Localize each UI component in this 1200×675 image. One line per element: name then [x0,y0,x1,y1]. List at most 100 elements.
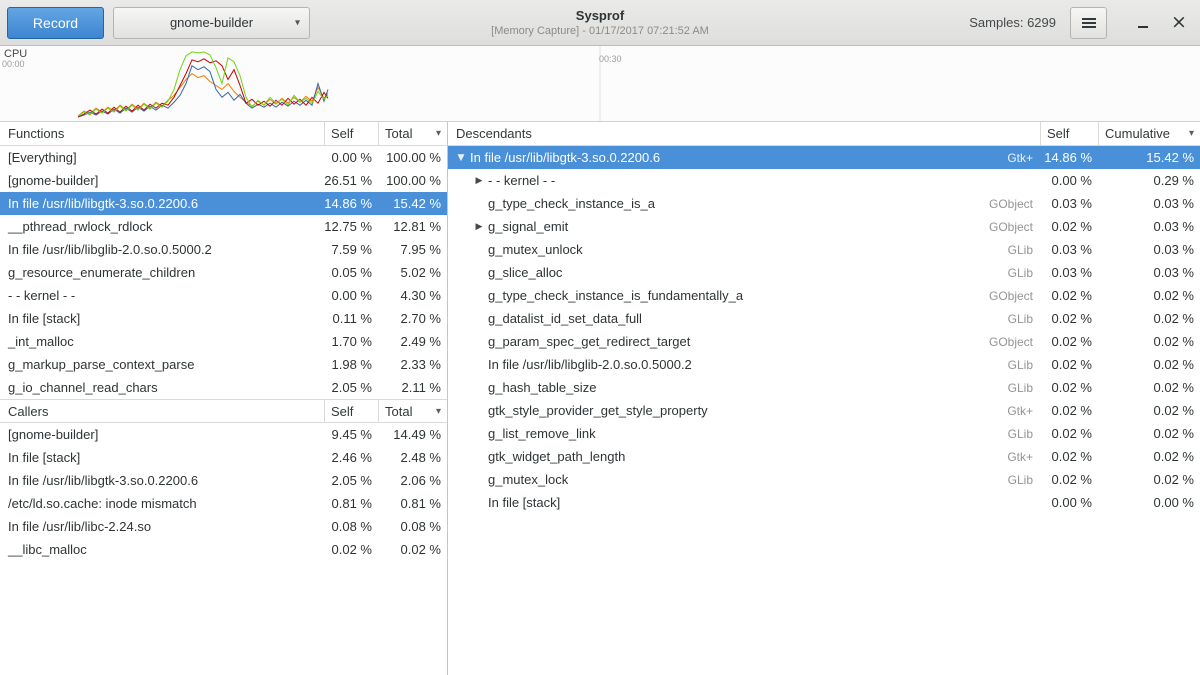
descendants-row[interactable]: ▼In file /usr/lib/libgtk-3.so.0.2200.6 Gt… [448,146,1200,169]
callers-row[interactable]: In file /usr/lib/libgtk-3.so.0.2200.62.0… [0,469,447,492]
self-percent: 0.03 % [1040,265,1098,280]
callers-row[interactable]: In file /usr/lib/libc-2.24.so0.08 %0.08 … [0,515,447,538]
descendants-row[interactable]: ▶g_signal_emitGObject0.02 %0.03 % [448,215,1200,238]
functions-row[interactable]: - - kernel - -0.00 %4.30 % [0,284,447,307]
descendants-self-column-header[interactable]: Self [1040,122,1098,145]
descendants-row[interactable]: g_datalist_id_set_data_fullGLib0.02 %0.0… [448,307,1200,330]
functions-row[interactable]: g_resource_enumerate_children0.05 %5.02 … [0,261,447,284]
descendants-column-header[interactable]: Descendants [448,122,1040,145]
cumulative-percent: 0.02 % [1098,426,1200,441]
descendants-row[interactable]: In file /usr/lib/libglib-2.0.so.0.5000.2… [448,353,1200,376]
self-percent: 1.98 % [324,357,378,372]
cpu-graph[interactable]: CPU 00:00 00:30 [0,46,1200,122]
callers-column-header[interactable]: Callers [0,400,324,422]
category-label: Gtk+ [1007,151,1040,165]
close-button[interactable]: × [1165,9,1193,37]
callers-total-column-header[interactable]: Total ▾ [378,400,447,422]
descendants-row[interactable]: ▶- - kernel - -0.00 %0.29 % [448,169,1200,192]
descendants-row[interactable]: g_mutex_lockGLib0.02 %0.02 % [448,468,1200,491]
callers-row[interactable]: In file [stack]2.46 %2.48 % [0,446,447,469]
descendants-row[interactable]: g_hash_table_sizeGLib0.02 %0.02 % [448,376,1200,399]
self-percent: 0.02 % [1040,219,1098,234]
expander-collapsed-icon[interactable]: ▶ [470,176,488,186]
descendants-row[interactable]: g_param_spec_get_redirect_targetGObject0… [448,330,1200,353]
callers-self-column-header[interactable]: Self [324,400,378,422]
descendant-name-cell: g_type_check_instance_is_fundamentally_a… [448,288,1040,303]
descendants-row[interactable]: g_type_check_instance_is_aGObject0.03 %0… [448,192,1200,215]
self-percent: 0.03 % [1040,196,1098,211]
expander-collapsed-icon[interactable]: ▶ [470,222,488,232]
symbol-name: In file /usr/lib/libglib-2.0.so.0.5000.2 [488,357,692,372]
functions-table-header: Functions Self Total ▾ [0,122,447,146]
descendants-row[interactable]: gtk_widget_path_lengthGtk+0.02 %0.02 % [448,445,1200,468]
functions-row[interactable]: [Everything]0.00 %100.00 % [0,146,447,169]
descendants-cumulative-column-header[interactable]: Cumulative ▾ [1098,122,1200,145]
callers-row[interactable]: /etc/ld.so.cache: inode mismatch0.81 %0.… [0,492,447,515]
symbol-name: g_hash_table_size [488,380,596,395]
cumulative-percent: 0.02 % [1098,449,1200,464]
category-label: GLib [1008,427,1040,441]
total-percent: 2.48 % [378,450,447,465]
symbol-name: [Everything] [0,150,324,165]
functions-row[interactable]: [gnome-builder]26.51 %100.00 % [0,169,447,192]
descendants-row[interactable]: g_mutex_unlockGLib0.03 %0.03 % [448,238,1200,261]
symbol-name: g_param_spec_get_redirect_target [488,334,690,349]
functions-row[interactable]: g_io_channel_read_chars2.05 %2.11 % [0,376,447,399]
process-selector[interactable]: gnome-builder ▾ [113,7,310,39]
category-label: Gtk+ [1007,404,1040,418]
category-label: GObject [989,197,1040,211]
self-percent: 0.02 % [1040,357,1098,372]
descendants-row[interactable]: g_slice_allocGLib0.03 %0.03 % [448,261,1200,284]
functions-row[interactable]: In file /usr/lib/libgtk-3.so.0.2200.614.… [0,192,447,215]
descendants-row[interactable]: gtk_style_provider_get_style_propertyGtk… [448,399,1200,422]
symbol-name: [gnome-builder] [0,427,324,442]
total-percent: 2.49 % [378,334,447,349]
symbol-name: In file [stack] [0,450,324,465]
self-percent: 0.05 % [324,265,378,280]
functions-row[interactable]: In file /usr/lib/libglib-2.0.so.0.5000.2… [0,238,447,261]
functions-row[interactable]: g_markup_parse_context_parse1.98 %2.33 % [0,353,447,376]
functions-total-column-label: Total [385,126,412,141]
self-percent: 0.02 % [324,542,378,557]
category-label: GObject [989,335,1040,349]
record-button[interactable]: Record [7,7,104,39]
symbol-name: g_io_channel_read_chars [0,380,324,395]
symbol-name: In file /usr/lib/libgtk-3.so.0.2200.6 [0,196,324,211]
callers-row[interactable]: [gnome-builder]9.45 %14.49 % [0,423,447,446]
symbol-name: g_slice_alloc [488,265,562,280]
functions-table-body: [Everything]0.00 %100.00 %[gnome-builder… [0,146,447,399]
sort-arrow-icon: ▾ [432,128,441,139]
window-title: Sysprof [576,8,624,23]
headerbar-right-cluster: Samples: 6299 × [969,7,1193,39]
self-percent: 2.05 % [324,473,378,488]
self-percent: 0.00 % [324,288,378,303]
minimize-button[interactable] [1129,9,1157,37]
callers-row[interactable]: __libc_malloc0.02 %0.02 % [0,538,447,561]
functions-row[interactable]: _int_malloc1.70 %2.49 % [0,330,447,353]
functions-total-column-header[interactable]: Total ▾ [378,122,447,145]
expander-expanded-icon[interactable]: ▼ [452,153,470,163]
functions-column-header[interactable]: Functions [0,122,324,145]
menu-button[interactable] [1070,7,1107,39]
symbol-name: gtk_widget_path_length [488,449,625,464]
main-panels: Functions Self Total ▾ [Everything]0.00 … [0,122,1200,675]
descendants-row[interactable]: In file [stack]0.00 %0.00 % [448,491,1200,514]
functions-row[interactable]: __pthread_rwlock_rdlock12.75 %12.81 % [0,215,447,238]
cumulative-percent: 0.03 % [1098,265,1200,280]
cumulative-percent: 0.02 % [1098,380,1200,395]
symbol-name: In file /usr/lib/libgtk-3.so.0.2200.6 [470,150,660,165]
descendants-row[interactable]: g_type_check_instance_is_fundamentally_a… [448,284,1200,307]
self-percent: 12.75 % [324,219,378,234]
category-label: GLib [1008,473,1040,487]
symbol-name: __pthread_rwlock_rdlock [0,219,324,234]
symbol-name: g_type_check_instance_is_a [488,196,655,211]
window-subtitle: [Memory Capture] - 01/17/2017 07:21:52 A… [491,25,709,37]
cumulative-percent: 0.03 % [1098,219,1200,234]
symbol-name: g_signal_emit [488,219,568,234]
functions-self-column-header[interactable]: Self [324,122,378,145]
descendants-row[interactable]: g_list_remove_linkGLib0.02 %0.02 % [448,422,1200,445]
callers-total-column-label: Total [385,404,412,419]
cumulative-percent: 0.02 % [1098,357,1200,372]
category-label: GLib [1008,312,1040,326]
functions-row[interactable]: In file [stack]0.11 %2.70 % [0,307,447,330]
